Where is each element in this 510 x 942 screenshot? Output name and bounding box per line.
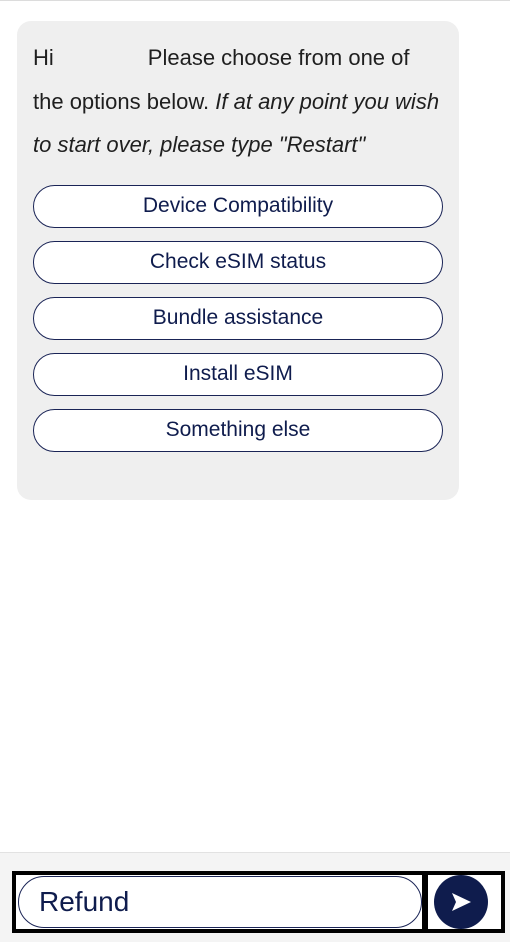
send-arrow-icon: [452, 893, 471, 911]
bot-message-bubble: Hi Please choose from one of the options …: [17, 21, 459, 500]
option-install-esim-button[interactable]: Install eSIM: [33, 352, 443, 396]
quick-reply-options: Device Compatibility Check eSIM status B…: [33, 184, 443, 452]
message-input-frame: [12, 871, 426, 933]
greeting-text: Hi: [33, 45, 54, 70]
composer-bar: [0, 852, 510, 942]
chat-area[interactable]: Hi Please choose from one of the options …: [0, 1, 510, 852]
message-input[interactable]: [18, 876, 422, 928]
chat-window: Hi Please choose from one of the options …: [0, 0, 510, 942]
option-check-esim-status-button[interactable]: Check eSIM status: [33, 240, 443, 284]
option-device-compatibility-button[interactable]: Device Compatibility: [33, 184, 443, 228]
bot-message-text: Hi Please choose from one of the options …: [33, 36, 443, 167]
send-button[interactable]: [434, 875, 488, 929]
option-bundle-assistance-button[interactable]: Bundle assistance: [33, 296, 443, 340]
option-something-else-button[interactable]: Something else: [33, 408, 443, 452]
send-button-frame: [424, 871, 505, 933]
